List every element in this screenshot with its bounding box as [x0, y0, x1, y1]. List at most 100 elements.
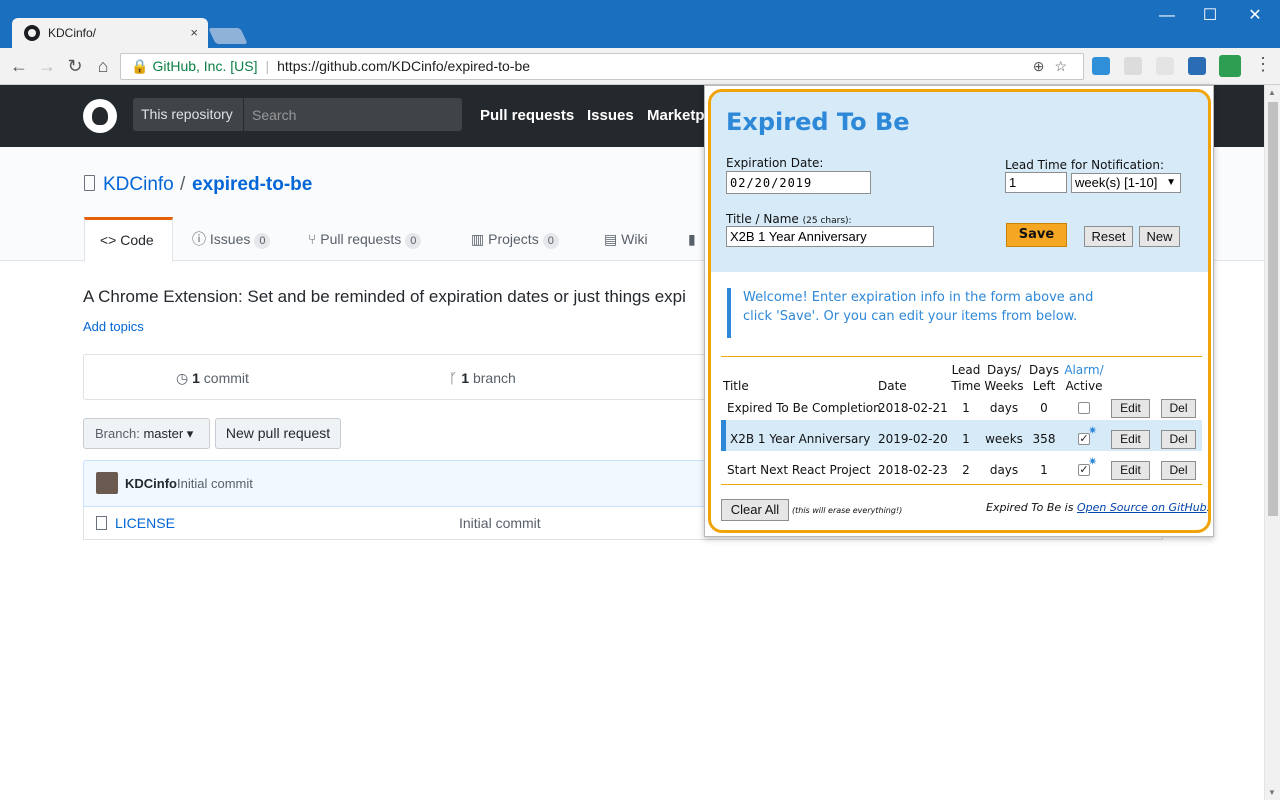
col-days-left: Days Left: [1027, 362, 1061, 394]
row-1-edit-button[interactable]: Edit: [1111, 399, 1150, 418]
branches-link[interactable]: ᚴ 1 branch: [449, 370, 516, 386]
commit-author[interactable]: KDCinfo: [125, 476, 177, 491]
row-2-date: 2019-02-20: [878, 432, 948, 446]
scroll-up-icon[interactable]: ▲: [1268, 88, 1276, 97]
nav-pull-requests[interactable]: Pull requests: [480, 107, 574, 124]
new-tab-button[interactable]: [208, 28, 248, 44]
commit-message[interactable]: Initial commit: [177, 476, 253, 491]
repo-icon: [84, 175, 95, 191]
browser-window: KDCinfo/ × — ☐ ✕ ← → ↻ ⌂ 🔒 GitHub, Inc. […: [0, 0, 1280, 800]
home-icon[interactable]: ⌂: [92, 56, 114, 78]
tab-title: KDCinfo/: [48, 26, 97, 40]
back-icon[interactable]: ←: [8, 56, 30, 78]
browser-menu-icon[interactable]: ⋮: [1254, 54, 1272, 75]
maximize-icon[interactable]: ☐: [1187, 6, 1233, 28]
col-dw-line1: Days/: [987, 363, 1021, 377]
tab-pull-requests[interactable]: ⑂ Pull requests 0: [308, 217, 422, 261]
tab-pull-requests-label: Pull requests: [320, 231, 402, 247]
extension-icon-2[interactable]: [1124, 57, 1142, 75]
row-3-lead: 2: [962, 463, 970, 477]
welcome-accent-bar: [727, 288, 731, 338]
row-2-delete-button[interactable]: Del: [1161, 430, 1196, 449]
row-1-unit: days: [989, 401, 1019, 415]
title-field[interactable]: [726, 226, 934, 247]
add-topics-link[interactable]: Add topics: [83, 319, 144, 334]
title-hint: (25 chars):: [802, 216, 852, 226]
branch-value: master ▾: [143, 426, 194, 441]
tab-projects-label: Projects: [488, 231, 539, 247]
row-2-edit-button[interactable]: Edit: [1111, 430, 1150, 449]
insights-icon[interactable]: ▮: [688, 217, 696, 261]
reset-button[interactable]: Reset: [1084, 226, 1133, 247]
tab-issues-label: ⓘ Issues: [192, 231, 251, 247]
expiration-date-field[interactable]: [726, 171, 871, 194]
row-3-delete-button[interactable]: Del: [1161, 461, 1196, 480]
row-1-delete-button[interactable]: Del: [1161, 399, 1196, 418]
search-scope: This repository: [133, 98, 243, 131]
close-window-icon[interactable]: ✕: [1232, 6, 1278, 28]
col-left-line1: Days: [1029, 363, 1059, 377]
table-bottom-rule: [721, 484, 1202, 485]
file-name-link[interactable]: LICENSE: [115, 515, 175, 531]
extension-icon-4[interactable]: [1188, 57, 1206, 75]
row-3-edit-button[interactable]: Edit: [1111, 461, 1150, 480]
zoom-bookmark-icons[interactable]: ⊕☆: [1033, 54, 1077, 79]
clear-all-warning: (this will erase everything!): [792, 506, 903, 515]
row-1-days-left: 0: [1040, 401, 1048, 415]
col-title: Title: [723, 379, 749, 393]
repo-owner-link[interactable]: KDCinfo: [103, 174, 174, 196]
branches-label: branch: [472, 370, 516, 386]
page-scrollbar[interactable]: ▲ ▼: [1264, 85, 1280, 800]
row-2-days-left: 358: [1032, 432, 1056, 446]
title-label-text: Title / Name: [726, 212, 799, 226]
tab-issues[interactable]: ⓘ Issues 0: [192, 217, 271, 261]
row-1-title: Expired To Be Completion: [727, 401, 881, 415]
clear-all-button[interactable]: Clear All: [721, 499, 789, 521]
row-3-alarm-icon: ✷: [1088, 455, 1098, 468]
new-button[interactable]: New: [1139, 226, 1180, 247]
tab-code[interactable]: <> Code: [84, 217, 173, 262]
scroll-thumb[interactable]: [1268, 102, 1278, 516]
col-lead: Lead Time: [949, 362, 983, 394]
row-2-unit: weeks: [985, 432, 1023, 446]
tab-close-icon[interactable]: ×: [190, 25, 198, 40]
repo-path-separator: /: [180, 174, 186, 195]
file-commit-message[interactable]: Initial commit: [459, 515, 541, 531]
tab-wiki[interactable]: ▤ Wiki: [604, 217, 648, 261]
branch-label: Branch:: [95, 426, 140, 441]
extension-icon-3[interactable]: [1156, 57, 1174, 75]
scroll-down-icon[interactable]: ▼: [1268, 788, 1276, 797]
browser-tab[interactable]: KDCinfo/ ×: [12, 18, 208, 48]
nav-marketplace[interactable]: Marketp: [647, 107, 705, 124]
repo-name-link[interactable]: expired-to-be: [192, 174, 312, 196]
row-1-active-checkbox[interactable]: [1078, 402, 1090, 414]
lead-unit-select[interactable]: week(s) [1-10] ▼: [1071, 173, 1181, 193]
app-title: Expired To Be: [726, 108, 910, 136]
lock-icon: 🔒: [131, 58, 149, 74]
commits-link[interactable]: ◷ 1 commit: [176, 370, 249, 387]
tab-code-label: <> Code: [100, 232, 154, 248]
search-input[interactable]: [244, 98, 462, 131]
github-logo-icon[interactable]: [83, 99, 117, 133]
col-alarm-line2: Active: [1065, 379, 1103, 393]
open-source-link[interactable]: Open Source on GitHub: [1077, 501, 1207, 514]
reload-icon[interactable]: ↻: [64, 56, 86, 78]
extension-icon-1[interactable]: [1092, 57, 1110, 75]
nav-issues[interactable]: Issues: [587, 107, 634, 124]
row-2-lead: 1: [962, 432, 970, 446]
pull-request-icon: ⑂: [308, 231, 321, 247]
avatar[interactable]: [96, 472, 118, 494]
save-button[interactable]: Save: [1006, 223, 1067, 247]
github-favicon-icon: [24, 25, 40, 41]
branch-select-button[interactable]: Branch: master ▾: [83, 418, 210, 449]
tab-projects[interactable]: ▥ Projects 0: [471, 217, 559, 261]
expired-to-be-extension-icon[interactable]: [1219, 55, 1241, 77]
lead-time-label: Lead Time for Notification:: [1005, 158, 1165, 172]
forward-icon[interactable]: →: [36, 56, 58, 78]
minimize-icon[interactable]: —: [1144, 6, 1190, 28]
col-lead-line1: Lead: [951, 363, 981, 377]
col-dw-line2: Weeks: [984, 379, 1024, 393]
lead-time-field[interactable]: [1005, 172, 1067, 193]
address-bar[interactable]: 🔒 GitHub, Inc. [US] | https://github.com/KD…: [120, 53, 1084, 80]
new-pull-request-button[interactable]: New pull request: [215, 418, 341, 449]
